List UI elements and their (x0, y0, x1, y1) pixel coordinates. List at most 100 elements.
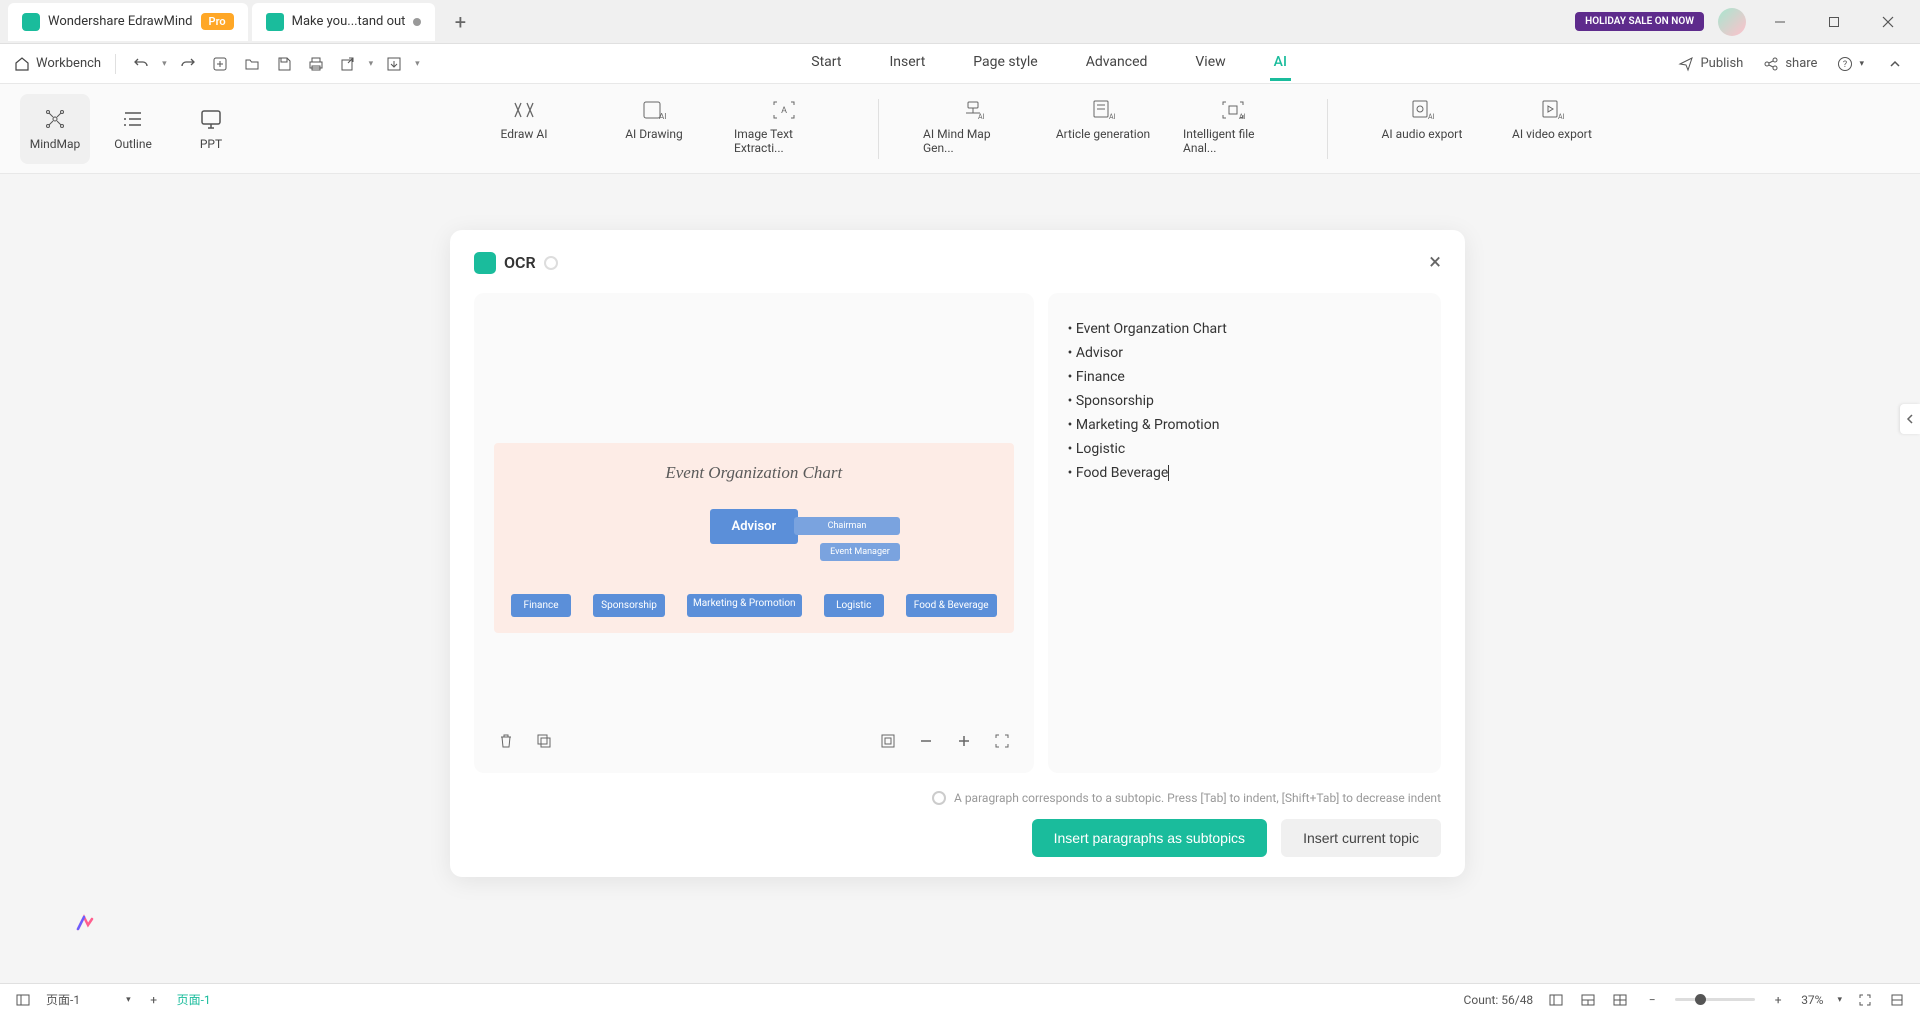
ai-video-export-button[interactable]: AI AI video export (1502, 99, 1602, 159)
page-select-label: 页面-1 (46, 991, 80, 1008)
org-event-manager-box: Event Manager (820, 543, 900, 561)
delete-image-button[interactable] (494, 729, 518, 753)
redo-button[interactable] (177, 53, 199, 75)
org-dept-logistic: Logistic (824, 594, 884, 617)
layout-view-3-button[interactable] (1611, 991, 1629, 1009)
app-name: Wondershare EdrawMind (48, 14, 193, 29)
video-export-icon: AI (1539, 99, 1565, 121)
zoom-dropdown-icon[interactable]: ▾ (1837, 995, 1842, 1005)
close-button[interactable] (1868, 7, 1908, 37)
zoom-in-button[interactable] (952, 729, 976, 753)
user-avatar[interactable] (1718, 8, 1746, 36)
share-button[interactable]: share (1763, 56, 1817, 72)
svg-text:AI: AI (1428, 113, 1435, 121)
ppt-label: PPT (200, 137, 222, 151)
layout-view-2-button[interactable] (1579, 991, 1597, 1009)
more-dropdown-icon[interactable]: ▾ (415, 59, 420, 69)
add-page-button[interactable]: + (145, 991, 163, 1009)
ai-drawing-label: AI Drawing (625, 127, 683, 141)
fullscreen-status-button[interactable] (1856, 991, 1874, 1009)
ai-mindmap-gen-button[interactable]: AI AI Mind Map Gen... (923, 99, 1023, 159)
workbench-button[interactable]: Workbench (14, 56, 101, 72)
article-generation-button[interactable]: AI Article generation (1053, 99, 1153, 159)
org-advisor-box: Advisor (710, 509, 799, 544)
import-button[interactable] (383, 53, 405, 75)
fit-view-button[interactable] (876, 729, 900, 753)
undo-button[interactable] (130, 53, 152, 75)
add-tab-button[interactable]: + (445, 7, 475, 37)
fullscreen-button[interactable] (990, 729, 1014, 753)
layout-view-1-button[interactable] (1547, 991, 1565, 1009)
fit-page-button[interactable] (1888, 991, 1906, 1009)
ribbon: MindMap Outline PPT Edraw AI AI AI Drawi… (0, 84, 1920, 174)
zoom-thumb[interactable] (1695, 994, 1706, 1005)
close-dialog-button[interactable]: × (1429, 250, 1441, 275)
tab-page-style[interactable]: Page style (969, 46, 1041, 81)
current-page-tab[interactable]: 页面-1 (177, 991, 211, 1008)
save-button[interactable] (273, 53, 295, 75)
zoom-out-status-button[interactable]: − (1643, 991, 1661, 1009)
tab-ai[interactable]: AI (1270, 46, 1291, 81)
print-button[interactable] (305, 53, 327, 75)
ocr-body: Event Organization Chart Advisor Chairma… (474, 293, 1441, 773)
ocr-result-item[interactable]: Event Organzation Chart (1068, 317, 1421, 341)
open-folder-button[interactable] (241, 53, 263, 75)
dropdown-icon: ▾ (126, 995, 131, 1005)
ocr-result-item[interactable]: Food Beverage (1068, 461, 1421, 485)
titlebar: Wondershare EdrawMind Pro Make you...tan… (0, 0, 1920, 44)
svg-text:AI: AI (659, 112, 666, 121)
maximize-button[interactable] (1814, 7, 1854, 37)
separator (115, 54, 116, 74)
outline-mode-button[interactable]: Outline (98, 94, 168, 164)
ocr-dialog: OCR × Event Organization Chart Advisor C… (450, 230, 1465, 877)
collapse-ribbon-button[interactable] (1884, 53, 1906, 75)
help-button[interactable]: ? ▾ (1837, 56, 1864, 72)
ai-mindmap-gen-label: AI Mind Map Gen... (923, 127, 1023, 155)
new-file-button[interactable] (209, 53, 231, 75)
insert-current-topic-button[interactable]: Insert current topic (1281, 819, 1441, 857)
export-button[interactable] (337, 53, 359, 75)
mindmap-mode-button[interactable]: MindMap (20, 94, 90, 164)
tab-advanced[interactable]: Advanced (1082, 46, 1152, 81)
export-dropdown-icon[interactable]: ▾ (369, 59, 374, 69)
tab-start[interactable]: Start (807, 46, 845, 81)
app-tab-main[interactable]: Wondershare EdrawMind Pro (8, 3, 248, 41)
ocr-result-item[interactable]: Finance (1068, 365, 1421, 389)
org-chairman-box: Chairman (794, 517, 900, 535)
edraw-ai-label: Edraw AI (501, 127, 548, 141)
ocr-result-panel[interactable]: Event Organzation Chart Advisor Finance … (1048, 293, 1441, 773)
image-text-extraction-button[interactable]: A Image Text Extracti... (734, 99, 834, 159)
ocr-result-item[interactable]: Logistic (1068, 437, 1421, 461)
zoom-out-button[interactable] (914, 729, 938, 753)
intelligent-file-analysis-label: Intelligent file Anal... (1183, 127, 1283, 155)
document-tab[interactable]: Make you...tand out (252, 3, 436, 41)
publish-button[interactable]: Publish (1678, 56, 1743, 72)
ocr-result-item[interactable]: Marketing & Promotion (1068, 413, 1421, 437)
undo-dropdown-icon[interactable]: ▾ (162, 59, 167, 69)
ocr-result-item[interactable]: Advisor (1068, 341, 1421, 365)
side-panel-collapse-button[interactable] (1900, 404, 1920, 434)
holiday-sale-badge[interactable]: HOLIDAY SALE ON NOW (1575, 12, 1704, 31)
ai-drawing-button[interactable]: AI AI Drawing (604, 99, 704, 159)
tab-insert[interactable]: Insert (885, 46, 929, 81)
zoom-value[interactable]: 37% (1801, 993, 1823, 1007)
panel-toggle-button[interactable] (14, 991, 32, 1009)
tab-view[interactable]: View (1191, 46, 1229, 81)
minimize-button[interactable] (1760, 7, 1800, 37)
ocr-result-item[interactable]: Sponsorship (1068, 389, 1421, 413)
ai-drawing-icon: AI (641, 99, 667, 121)
copy-image-button[interactable] (532, 729, 556, 753)
audio-export-icon: AI (1409, 99, 1435, 121)
separator (878, 99, 879, 159)
ocr-title: OCR (504, 253, 536, 272)
ppt-mode-button[interactable]: PPT (176, 94, 246, 164)
page-selector[interactable]: 页面-1 ▾ (46, 991, 131, 1008)
intelligent-file-analysis-button[interactable]: AI Intelligent file Anal... (1183, 99, 1283, 159)
insert-subtopics-button[interactable]: Insert paragraphs as subtopics (1032, 819, 1267, 857)
edraw-ai-button[interactable]: Edraw AI (474, 99, 574, 159)
zoom-in-status-button[interactable]: + (1769, 991, 1787, 1009)
separator (1327, 99, 1328, 159)
zoom-slider[interactable] (1675, 998, 1755, 1001)
loading-spinner-icon (544, 256, 558, 270)
ai-audio-export-button[interactable]: AI AI audio export (1372, 99, 1472, 159)
